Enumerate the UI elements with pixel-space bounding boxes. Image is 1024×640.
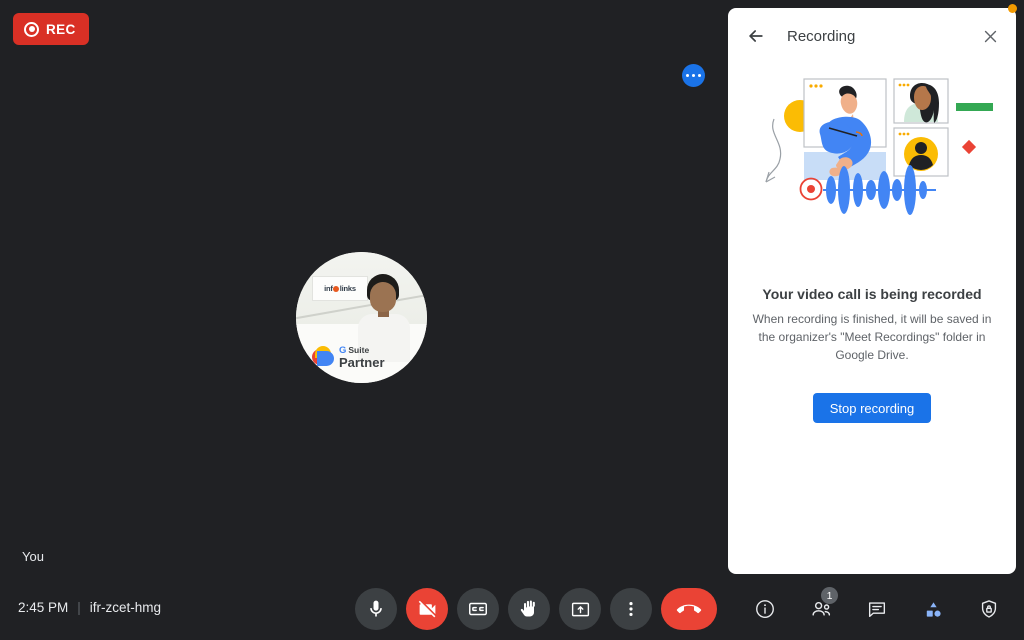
gsuite-partner-label: Partner bbox=[339, 355, 385, 370]
chat-button[interactable] bbox=[856, 588, 898, 630]
secondary-controls: 1 bbox=[744, 587, 1010, 630]
camera-button[interactable] bbox=[406, 588, 448, 630]
participants-button[interactable]: 1 bbox=[800, 587, 842, 630]
closed-caption-icon bbox=[469, 602, 487, 616]
present-screen-icon bbox=[571, 602, 589, 616]
panel-close-button[interactable] bbox=[978, 24, 1002, 48]
panel-header: Recording bbox=[728, 8, 1016, 64]
meeting-code: ifr-zcet-hmg bbox=[89, 600, 162, 615]
camera-off-icon bbox=[418, 600, 435, 617]
chat-icon bbox=[868, 602, 886, 618]
more-options-button[interactable] bbox=[610, 588, 652, 630]
avatar: inf links G Suite Partner bbox=[296, 252, 427, 383]
phone-hangup-icon bbox=[676, 604, 702, 614]
microphone-button[interactable] bbox=[355, 588, 397, 630]
recording-panel: Recording Your video call is being recor… bbox=[728, 8, 1016, 574]
google-meet-window: REC inf links G Suite Partner You 2:45 P… bbox=[0, 0, 1024, 640]
shield-lock-icon bbox=[981, 600, 997, 618]
recording-indicator-label: REC bbox=[46, 21, 76, 37]
stop-recording-button[interactable]: Stop recording bbox=[812, 393, 932, 423]
recording-illustration bbox=[728, 64, 1016, 264]
raise-hand-button[interactable] bbox=[508, 588, 550, 630]
more-dots-icon bbox=[685, 73, 690, 78]
microphone-icon bbox=[370, 600, 382, 617]
gsuite-logo-icon bbox=[312, 346, 334, 368]
close-icon bbox=[984, 30, 996, 42]
call-controls bbox=[355, 588, 717, 630]
self-participant-label: You bbox=[22, 549, 44, 564]
gsuite-partner-badge: G Suite Partner bbox=[312, 344, 385, 370]
current-time: 2:45 PM bbox=[18, 600, 69, 615]
arrow-back-icon bbox=[749, 30, 763, 42]
leave-call-button[interactable] bbox=[661, 588, 717, 630]
meeting-info-separator: | bbox=[77, 600, 81, 615]
panel-heading: Your video call is being recorded bbox=[762, 286, 982, 302]
more-vertical-icon bbox=[629, 602, 633, 616]
activities-shapes-icon bbox=[926, 601, 941, 617]
panel-title: Recording bbox=[787, 27, 856, 45]
video-stage: REC inf links G Suite Partner You bbox=[0, 0, 723, 580]
more-dots-icon bbox=[697, 73, 702, 78]
more-dots-icon bbox=[691, 73, 696, 78]
meeting-info: 2:45 PM | ifr-zcet-hmg bbox=[18, 600, 161, 615]
gsuite-g-letter: G bbox=[339, 344, 347, 356]
info-icon bbox=[756, 600, 774, 618]
meeting-details-button[interactable] bbox=[744, 588, 786, 630]
bottom-control-bar: 2:45 PM | ifr-zcet-hmg 1 bbox=[0, 580, 1024, 640]
host-controls-button[interactable] bbox=[968, 588, 1010, 630]
present-screen-button[interactable] bbox=[559, 588, 601, 630]
panel-back-button[interactable] bbox=[744, 24, 768, 48]
tile-more-options-button[interactable] bbox=[682, 64, 705, 87]
record-dot-icon bbox=[24, 21, 39, 37]
recording-illustration-graphic bbox=[765, 78, 993, 215]
infolinks-dot-icon bbox=[333, 285, 340, 292]
gsuite-suite-label: Suite bbox=[348, 344, 370, 355]
panel-body-text: When recording is finished, it will be s… bbox=[752, 312, 992, 362]
raised-hand-icon bbox=[520, 600, 535, 617]
notification-dot bbox=[1008, 4, 1017, 13]
captions-button[interactable] bbox=[457, 588, 499, 630]
avatar-wall-sign-text: inf links bbox=[324, 284, 356, 293]
recording-indicator-badge: REC bbox=[13, 13, 89, 45]
activities-button[interactable] bbox=[912, 588, 954, 630]
avatar-person-face bbox=[370, 282, 396, 312]
participants-count-badge: 1 bbox=[821, 587, 838, 604]
